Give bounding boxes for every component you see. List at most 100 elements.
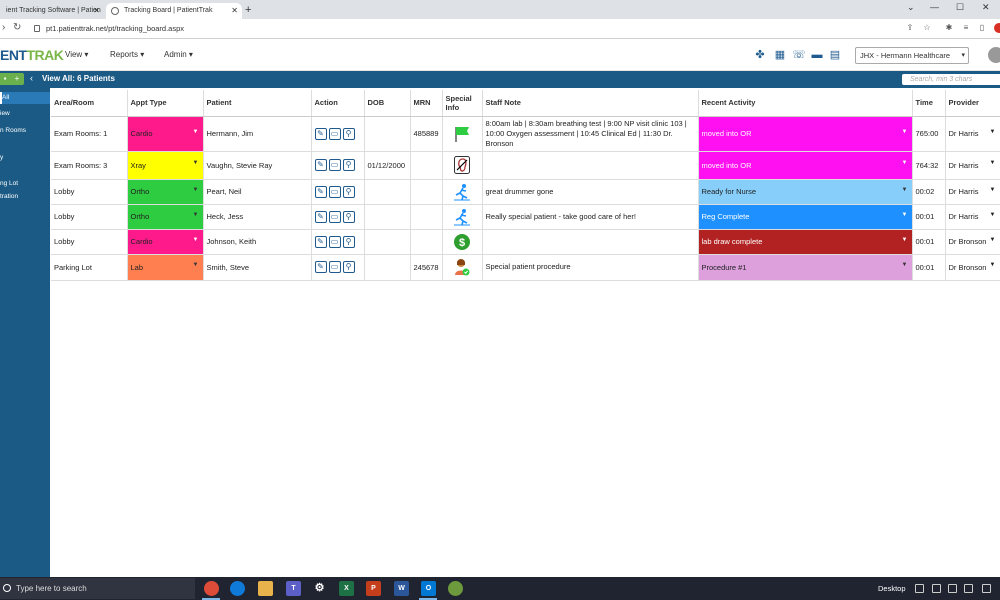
column-header[interactable]: Recent Activity (698, 90, 913, 117)
walk-icon[interactable]: ⚲ (342, 235, 355, 248)
flag-icon[interactable] (454, 125, 470, 143)
recent-activity-select[interactable]: Reg Complete ▼ (698, 204, 913, 230)
column-header[interactable]: DOB (364, 90, 411, 117)
recent-activity-select[interactable]: moved into OR ▼ (698, 151, 913, 180)
paw-icon[interactable]: ✤ (752, 48, 768, 62)
recent-activity-select[interactable]: moved into OR ▼ (698, 116, 913, 152)
appt-type-select[interactable]: Ortho ▼ (127, 204, 204, 230)
recent-activity-select[interactable]: lab draw complete ▼ (698, 229, 913, 255)
edit-icon[interactable]: ✎ (314, 235, 327, 248)
reload-icon[interactable]: ↻ (13, 22, 21, 33)
patient-name-cell[interactable]: Heck, Jess (203, 204, 312, 230)
verified-person-icon[interactable] (454, 258, 470, 276)
staff-note-cell[interactable]: great drummer gone (482, 179, 699, 205)
dollar-icon[interactable]: $ (454, 233, 470, 251)
menu-admin[interactable]: Admin ▾ (164, 50, 193, 59)
edit-icon[interactable]: ✎ (314, 185, 327, 198)
display-icon[interactable] (948, 584, 957, 593)
settings-icon[interactable]: ⚙ (312, 581, 327, 596)
avatar[interactable] (988, 47, 1000, 63)
edit-icon[interactable]: ✎ (314, 210, 327, 223)
extensions-icon[interactable]: ✱ (944, 23, 954, 33)
walk-icon[interactable]: ⚲ (342, 127, 355, 140)
search-input[interactable]: Search, min 3 chars (902, 74, 1000, 85)
provider-select[interactable]: Dr Harris ▼ (945, 204, 1000, 230)
ear-icon[interactable] (454, 156, 470, 174)
column-header[interactable]: Appt Type (127, 90, 204, 117)
desktop-label[interactable]: Desktop (878, 577, 906, 600)
new-tab-icon[interactable]: + (245, 3, 251, 17)
chevron-down-icon[interactable]: ⌄ (907, 2, 915, 13)
area-room-cell[interactable]: Lobby (51, 179, 128, 205)
patient-name-cell[interactable]: Vaughn, Stevie Ray (203, 151, 312, 180)
appt-type-select[interactable]: Ortho ▼ (127, 179, 204, 205)
table-row[interactable]: Lobby Cardio ▼ Johnson, Keith ✎ ▭ ⚲ $ lab draw c… (51, 229, 1000, 255)
provider-select[interactable]: Dr Bronson ▼ (945, 254, 1000, 281)
queue-icon[interactable]: ≡ (961, 23, 971, 33)
provider-select[interactable]: Dr Harris ▼ (945, 151, 1000, 180)
staff-note-cell[interactable] (482, 229, 699, 255)
staff-note-cell[interactable]: Really special patient - take good care … (482, 204, 699, 230)
browser-tab-2[interactable]: Tracking Board | PatientTrak ✕ (106, 3, 242, 19)
url-field[interactable]: pt1.patienttrak.net/pt/tracking_board.as… (32, 22, 892, 36)
recent-activity-select[interactable]: Ready for Nurse ▼ (698, 179, 913, 205)
column-header[interactable]: Patient (203, 90, 312, 117)
volume-icon[interactable] (964, 584, 973, 593)
maximize-icon[interactable]: ☐ (956, 2, 964, 13)
column-header[interactable]: Area/Room (51, 90, 128, 117)
sidebar-item-overview[interactable]: iew (0, 108, 50, 120)
patient-name-cell[interactable]: Peart, Neil (203, 179, 312, 205)
provider-select[interactable]: Dr Harris ▼ (945, 179, 1000, 205)
staff-note-cell[interactable]: Special patient procedure (482, 254, 699, 281)
message-icon[interactable]: ▭ (328, 261, 341, 273)
edit-icon[interactable]: ✎ (314, 127, 327, 140)
chrome-icon[interactable] (204, 581, 219, 596)
calendar-icon[interactable]: ▦ (772, 48, 788, 62)
message-icon[interactable]: ▭ (328, 185, 341, 198)
appt-type-select[interactable]: Cardio ▼ (127, 229, 204, 255)
walk-icon[interactable]: ⚲ (342, 159, 355, 171)
column-header[interactable]: MRN (410, 90, 443, 117)
provider-select[interactable]: Dr Bronson ▼ (945, 229, 1000, 255)
chat-icon[interactable]: ▬ (809, 48, 825, 62)
appt-type-select[interactable]: Cardio ▼ (127, 116, 204, 152)
column-header[interactable]: Provider (945, 90, 1000, 117)
close-window-icon[interactable]: ✕ (982, 2, 990, 13)
table-row[interactable]: Lobby Ortho ▼ Peart, Neil ✎ ▭ ⚲ great drummer g… (51, 179, 1000, 205)
sidebar-icon[interactable]: ▯ (977, 23, 987, 33)
fall-risk-icon[interactable] (454, 183, 470, 201)
message-icon[interactable]: ▭ (328, 235, 341, 248)
table-row[interactable]: Exam Rooms: 1 Cardio ▼ Hermann, Jim ✎ ▭ ⚲ 48588… (51, 116, 1000, 152)
menu-reports[interactable]: Reports ▾ (110, 50, 144, 59)
staff-note-cell[interactable] (482, 151, 699, 180)
walk-icon[interactable]: ⚲ (342, 261, 355, 273)
area-room-cell[interactable]: Exam Rooms: 3 (51, 151, 128, 180)
browser-tab-1[interactable]: ient Tracking Software | Patien ✕ (0, 3, 104, 19)
menu-view[interactable]: View ▾ (65, 50, 88, 59)
app-icon[interactable] (448, 581, 463, 596)
close-icon[interactable]: ✕ (93, 3, 100, 19)
appt-type-select[interactable]: Lab ▼ (127, 254, 204, 281)
back-icon[interactable]: › (2, 22, 5, 33)
chevron-up-icon[interactable] (915, 584, 924, 593)
walk-icon[interactable]: ⚲ (342, 185, 355, 198)
battery-icon[interactable] (932, 584, 941, 593)
message-icon[interactable]: ▭ (328, 127, 341, 140)
column-header[interactable]: Time (912, 90, 946, 117)
teams-icon[interactable]: T (286, 581, 301, 596)
patient-name-cell[interactable]: Hermann, Jim (203, 116, 312, 152)
message-icon[interactable]: ▭ (328, 159, 341, 171)
profile-icon[interactable] (994, 23, 1000, 33)
excel-icon[interactable]: X (339, 581, 354, 596)
star-icon[interactable]: ☆ (922, 23, 932, 33)
taskbar-search-input[interactable]: Type here to search (0, 578, 195, 599)
area-room-cell[interactable]: Lobby (51, 229, 128, 255)
facility-select[interactable]: JHX - Hermann Healthcare ▾ (855, 47, 969, 64)
fall-risk-icon[interactable] (454, 208, 470, 226)
table-row[interactable]: Lobby Ortho ▼ Heck, Jess ✎ ▭ ⚲ Really special p… (51, 204, 1000, 230)
sidebar-item-lobby[interactable]: y (0, 152, 50, 164)
walk-icon[interactable]: ⚲ (342, 210, 355, 223)
sidebar-item-parking-lot[interactable]: ng Lot (0, 178, 50, 190)
appt-type-select[interactable]: Xray ▼ (127, 151, 204, 180)
provider-select[interactable]: Dr Harris ▼ (945, 116, 1000, 152)
